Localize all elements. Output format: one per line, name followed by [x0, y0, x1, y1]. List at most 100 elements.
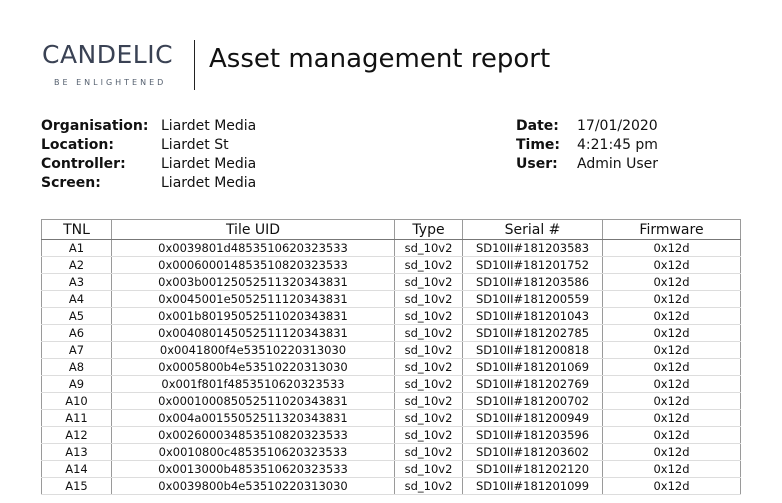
- column-header: Serial #: [462, 219, 603, 240]
- table-cell: A15: [41, 477, 112, 495]
- meta-value: Liardet Media: [161, 175, 257, 191]
- table-cell: A2: [41, 256, 112, 274]
- table-cell: sd_10v2: [394, 256, 463, 274]
- table-cell: sd_10v2: [394, 443, 463, 461]
- table-cell: 0x004080145052511120343831: [111, 324, 395, 342]
- table-row: A13 0x0010800c4853510620323533 sd_10v2 SD10…: [41, 443, 741, 461]
- table-row: A1 0x0039801d4853510620323533 sd_10v2 SD10I…: [41, 239, 741, 257]
- table-cell: A9: [41, 375, 112, 393]
- table-row: A5 0x001b80195052511020343831 sd_10v2 SD10I…: [41, 307, 741, 325]
- table-cell: 0x12d: [602, 392, 741, 410]
- table-cell: sd_10v2: [394, 392, 463, 410]
- table-cell: 0x003b00125052511320343831: [111, 273, 395, 291]
- table-cell: 0x0013000b4853510620323533: [111, 460, 395, 478]
- table-cell: SD10II#181202769: [462, 375, 603, 393]
- table-cell: 0x0010800c4853510620323533: [111, 443, 395, 461]
- table-row: A8 0x0005800b4e53510220313030 sd_10v2 SD10I…: [41, 358, 741, 376]
- meta-row: Controller: Liardet Media: [41, 155, 256, 174]
- meta-row: Date: 17/01/2020: [516, 117, 658, 136]
- table-cell: 0x12d: [602, 443, 741, 461]
- table-row: A7 0x0041800f4e53510220313030 sd_10v2 SD10I…: [41, 341, 741, 359]
- table-cell: 0x001f801f4853510620323533: [111, 375, 395, 393]
- table-cell: sd_10v2: [394, 273, 463, 291]
- table-cell: 0x12d: [602, 307, 741, 325]
- table-cell: SD10II#181203602: [462, 443, 603, 461]
- meta-value: Liardet Media: [161, 118, 257, 134]
- table-cell: A10: [41, 392, 112, 410]
- table-cell: sd_10v2: [394, 239, 463, 257]
- table-row: A2 0x000600014853510820323533 sd_10v2 SD10I…: [41, 256, 741, 274]
- column-header: TNL: [41, 219, 112, 240]
- column-header: Firmware: [602, 219, 741, 240]
- table-row: A10 0x000100085052511020343831 sd_10v2 SD10…: [41, 392, 741, 410]
- table-cell: A8: [41, 358, 112, 376]
- table-row: A15 0x0039800b4e53510220313030 sd_10v2 SD10…: [41, 477, 741, 495]
- table-row: A12 0x002600034853510820323533 sd_10v2 SD10…: [41, 426, 741, 444]
- table-body: A1 0x0039801d4853510620323533 sd_10v2 SD10I…: [41, 239, 741, 495]
- table-cell: sd_10v2: [394, 324, 463, 342]
- table-cell: SD10II#181202120: [462, 460, 603, 478]
- table-cell: sd_10v2: [394, 290, 463, 308]
- meta-label: Controller:: [41, 156, 126, 172]
- table-cell: A1: [41, 239, 112, 257]
- table-cell: SD10II#181203586: [462, 273, 603, 291]
- table-cell: 0x12d: [602, 375, 741, 393]
- table-cell: 0x0039801d4853510620323533: [111, 239, 395, 257]
- table-cell: SD10II#181203596: [462, 426, 603, 444]
- table-cell: 0x12d: [602, 426, 741, 444]
- table-cell: SD10II#181201752: [462, 256, 603, 274]
- meta-label: Time:: [516, 137, 561, 153]
- table-cell: sd_10v2: [394, 375, 463, 393]
- table-cell: A4: [41, 290, 112, 308]
- table-cell: SD10II#181200559: [462, 290, 603, 308]
- table-cell: A14: [41, 460, 112, 478]
- table-cell: A3: [41, 273, 112, 291]
- meta-value: 17/01/2020: [577, 118, 658, 134]
- meta-row: Time: 4:21:45 pm: [516, 136, 658, 155]
- report-title: Asset management report: [209, 44, 551, 74]
- logo-tagline: BE ENLIGHTENED: [54, 78, 167, 87]
- meta-row: Screen: Liardet Media: [41, 174, 256, 193]
- table-cell: sd_10v2: [394, 426, 463, 444]
- table-cell: 0x12d: [602, 477, 741, 495]
- table-cell: SD10II#181200818: [462, 341, 603, 359]
- table-cell: 0x12d: [602, 256, 741, 274]
- table-cell: 0x001b80195052511020343831: [111, 307, 395, 325]
- table-cell: SD10II#181200702: [462, 392, 603, 410]
- table-cell: sd_10v2: [394, 341, 463, 359]
- table-cell: A6: [41, 324, 112, 342]
- table-cell: SD10II#181201069: [462, 358, 603, 376]
- table-row: A6 0x004080145052511120343831 sd_10v2 SD10I…: [41, 324, 741, 342]
- table-row: A11 0x004a00155052511320343831 sd_10v2 SD10…: [41, 409, 741, 427]
- table-cell: 0x0045001e5052511120343831: [111, 290, 395, 308]
- table-cell: 0x000100085052511020343831: [111, 392, 395, 410]
- table-row: A4 0x0045001e5052511120343831 sd_10v2 SD10I…: [41, 290, 741, 308]
- meta-label: Location:: [41, 137, 114, 153]
- table-cell: A5: [41, 307, 112, 325]
- table-cell: 0x12d: [602, 460, 741, 478]
- table-cell: A13: [41, 443, 112, 461]
- meta-row: Location: Liardet St: [41, 136, 256, 155]
- meta-row: User: Admin User: [516, 155, 658, 174]
- table-cell: 0x0039800b4e53510220313030: [111, 477, 395, 495]
- table-cell: sd_10v2: [394, 409, 463, 427]
- meta-label: Organisation:: [41, 118, 149, 134]
- column-header: Type: [394, 219, 463, 240]
- table-cell: sd_10v2: [394, 477, 463, 495]
- report-meta-right: Date: 17/01/2020 Time: 4:21:45 pm User: Admin…: [516, 117, 658, 174]
- table-cell: SD10II#181202785: [462, 324, 603, 342]
- meta-label: Date:: [516, 118, 559, 134]
- asset-table: TNL Tile UID Type Serial # Firmware A1 0x0039…: [41, 219, 741, 495]
- meta-label: Screen:: [41, 175, 101, 191]
- meta-row: Organisation: Liardet Media: [41, 117, 256, 136]
- table-cell: sd_10v2: [394, 307, 463, 325]
- table-row: A3 0x003b00125052511320343831 sd_10v2 SD10I…: [41, 273, 741, 291]
- table-cell: 0x12d: [602, 239, 741, 257]
- table-cell: sd_10v2: [394, 358, 463, 376]
- table-cell: 0x004a00155052511320343831: [111, 409, 395, 427]
- table-cell: SD10II#181201043: [462, 307, 603, 325]
- table-cell: 0x12d: [602, 273, 741, 291]
- table-cell: 0x0041800f4e53510220313030: [111, 341, 395, 359]
- header-divider: [194, 40, 195, 90]
- table-row: A14 0x0013000b4853510620323533 sd_10v2 SD10…: [41, 460, 741, 478]
